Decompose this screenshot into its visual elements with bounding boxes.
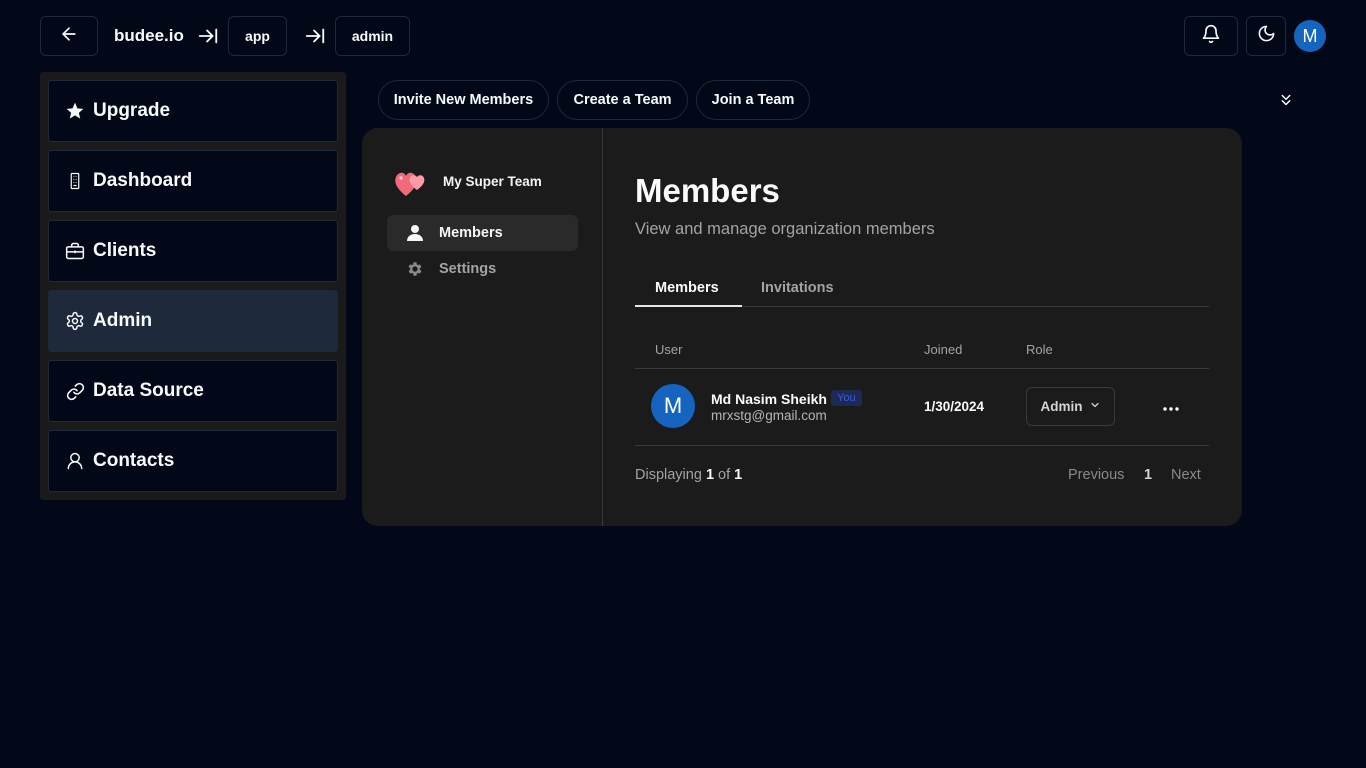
team-name[interactable]: My Super Team [443,174,542,189]
table-row: M Md Nasim Sheikh You mrxstg@gmail.com 1… [635,369,1209,445]
more-actions-button[interactable] [1161,397,1181,417]
page-number-button[interactable]: 1 [1144,467,1152,483]
brand-name[interactable]: budee.io [114,26,184,46]
back-button[interactable] [40,16,98,56]
sidebar-item-clients[interactable]: Clients [48,220,338,282]
sidebar-item-label: Admin [93,310,153,331]
bell-icon [1201,24,1221,49]
user-icon [65,451,85,471]
sidebar-item-label: Contacts [93,450,175,471]
theme-toggle-button[interactable] [1246,16,1286,56]
breadcrumb-admin[interactable]: admin [335,16,410,56]
sidebar-item-label: Upgrade [93,100,171,121]
chevrons-down-icon[interactable] [1277,91,1295,109]
sidebar-item-contacts[interactable]: Contacts [48,430,338,492]
cog-icon [406,260,424,283]
sidebar-item-dashboard[interactable]: Dashboard [48,150,338,212]
table-footer-divider [635,445,1209,446]
arrow-right-to-line-icon [196,24,220,48]
member-avatar: M [651,384,695,428]
member-joined-date: 1/30/2024 [924,399,985,414]
star-icon [65,101,85,121]
moon-icon [1257,24,1276,48]
avatar[interactable]: M [1294,20,1326,52]
sidebar-item-label: Data Source [93,380,204,401]
sidebar-item-admin[interactable]: Admin [48,290,338,352]
active-tab-indicator [635,305,742,307]
tab-members[interactable]: Members [655,280,719,296]
org-nav-item-members[interactable]: Members [387,215,578,251]
arrow-right-to-line-icon [303,24,327,48]
pagination-of: of [718,467,731,483]
pagination-total: 1 [734,467,743,483]
gear-icon [65,311,85,331]
tab-invitations[interactable]: Invitations [761,280,834,296]
breadcrumb-app[interactable]: app [228,16,287,56]
pagination-prefix: Displaying [635,467,702,483]
role-select-value: Admin [1040,399,1083,414]
page-title: Members [635,172,780,209]
building-icon [65,171,85,191]
sidebar-item-data-source[interactable]: Data Source [48,360,338,422]
previous-page-button[interactable]: Previous [1068,467,1124,483]
org-nav-label: Settings [439,261,497,277]
page-subtitle: View and manage organization members [635,220,935,238]
notifications-button[interactable] [1184,16,1238,56]
invite-members-button[interactable]: Invite New Members [378,80,549,120]
chevron-down-icon [1089,399,1101,414]
pagination-summary: Displaying 1 of 1 [635,467,742,483]
member-email: mrxstg@gmail.com [711,408,827,423]
you-badge: You [831,390,862,406]
org-nav-label: Members [439,225,503,241]
sidebar-item-upgrade[interactable]: Upgrade [48,80,338,142]
role-select[interactable]: Admin [1026,387,1115,426]
pagination-current: 1 [705,467,715,483]
sidebar-item-label: Dashboard [93,170,193,191]
arrow-left-icon [59,24,79,49]
column-header-joined: Joined [924,342,963,357]
column-header-role: Role [1026,342,1053,357]
member-name: Md Nasim Sheikh [711,391,827,407]
org-nav-item-settings[interactable]: Settings [387,251,578,287]
sidebar-item-label: Clients [93,240,157,261]
create-team-button[interactable]: Create a Team [557,80,688,120]
next-page-button[interactable]: Next [1171,467,1201,483]
sidebar: Upgrade Dashboard Clients Admin Data Sou… [40,72,346,500]
hearts-icon [394,166,430,200]
column-header-user: User [655,342,683,357]
ellipsis-icon [1163,398,1179,416]
join-team-button[interactable]: Join a Team [696,80,810,120]
card-divider [602,128,603,526]
organization-card: My Super Team Members Settings Members V… [362,128,1242,526]
person-icon [407,224,423,247]
briefcase-icon [65,241,85,261]
link-icon [65,381,85,401]
